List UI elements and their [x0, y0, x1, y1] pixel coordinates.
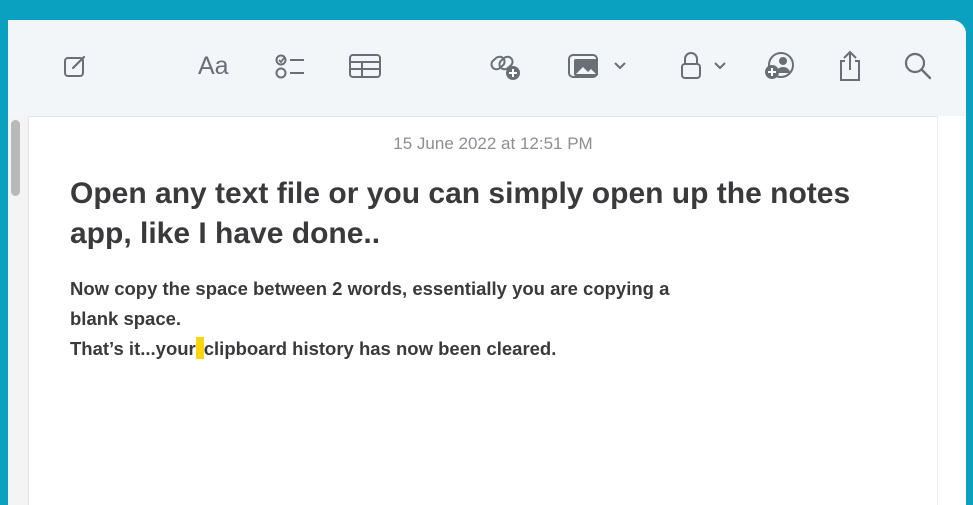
- collaborate-button[interactable]: [488, 48, 524, 84]
- share-export-icon: [840, 50, 860, 81]
- media-icon: [568, 54, 598, 78]
- collaborate-people-button[interactable]: [763, 48, 799, 84]
- note-title[interactable]: Open any text file or you can simply ope…: [70, 174, 910, 254]
- divider: [28, 116, 29, 505]
- table-button[interactable]: [348, 48, 382, 84]
- search-icon: [904, 52, 932, 80]
- media-button[interactable]: [566, 48, 626, 84]
- format-text-icon: Aa: [198, 51, 229, 80]
- checklist-button[interactable]: [273, 48, 307, 84]
- toolbar: Aa: [8, 20, 966, 117]
- chevron-down-icon: [714, 62, 726, 70]
- chevron-down-icon: [614, 62, 626, 70]
- collaborate-link-icon: [490, 55, 520, 80]
- lock-icon: [681, 52, 701, 79]
- format-button[interactable]: Aa: [198, 48, 229, 84]
- lock-button[interactable]: [678, 48, 726, 84]
- note-body-line[interactable]: Now copy the space between 2 words, esse…: [70, 274, 669, 303]
- selected-space-highlight: [195, 337, 204, 359]
- note-text: That’s it...your: [70, 338, 196, 359]
- share-button[interactable]: [836, 48, 864, 84]
- share-people-icon: [765, 52, 794, 79]
- search-button[interactable]: [903, 48, 933, 84]
- table-icon: [349, 54, 381, 78]
- notes-window: Aa 15 June 2022 at 12:51 PM Open any tex…: [8, 20, 966, 505]
- compose-icon: [64, 55, 86, 77]
- checklist-icon: [275, 54, 304, 79]
- scrollbar[interactable]: [11, 120, 20, 196]
- note-body-line[interactable]: blank space.: [70, 304, 181, 333]
- note-body-line[interactable]: That’s it...your clipboard history has no…: [70, 334, 556, 363]
- right-panel-edge: [937, 116, 966, 505]
- note-text: clipboard history has now been cleared.: [203, 338, 557, 359]
- note-editor[interactable]: 15 June 2022 at 12:51 PM Open any text f…: [68, 116, 928, 505]
- compose-button[interactable]: [60, 48, 90, 84]
- note-timestamp: 15 June 2022 at 12:51 PM: [393, 134, 593, 153]
